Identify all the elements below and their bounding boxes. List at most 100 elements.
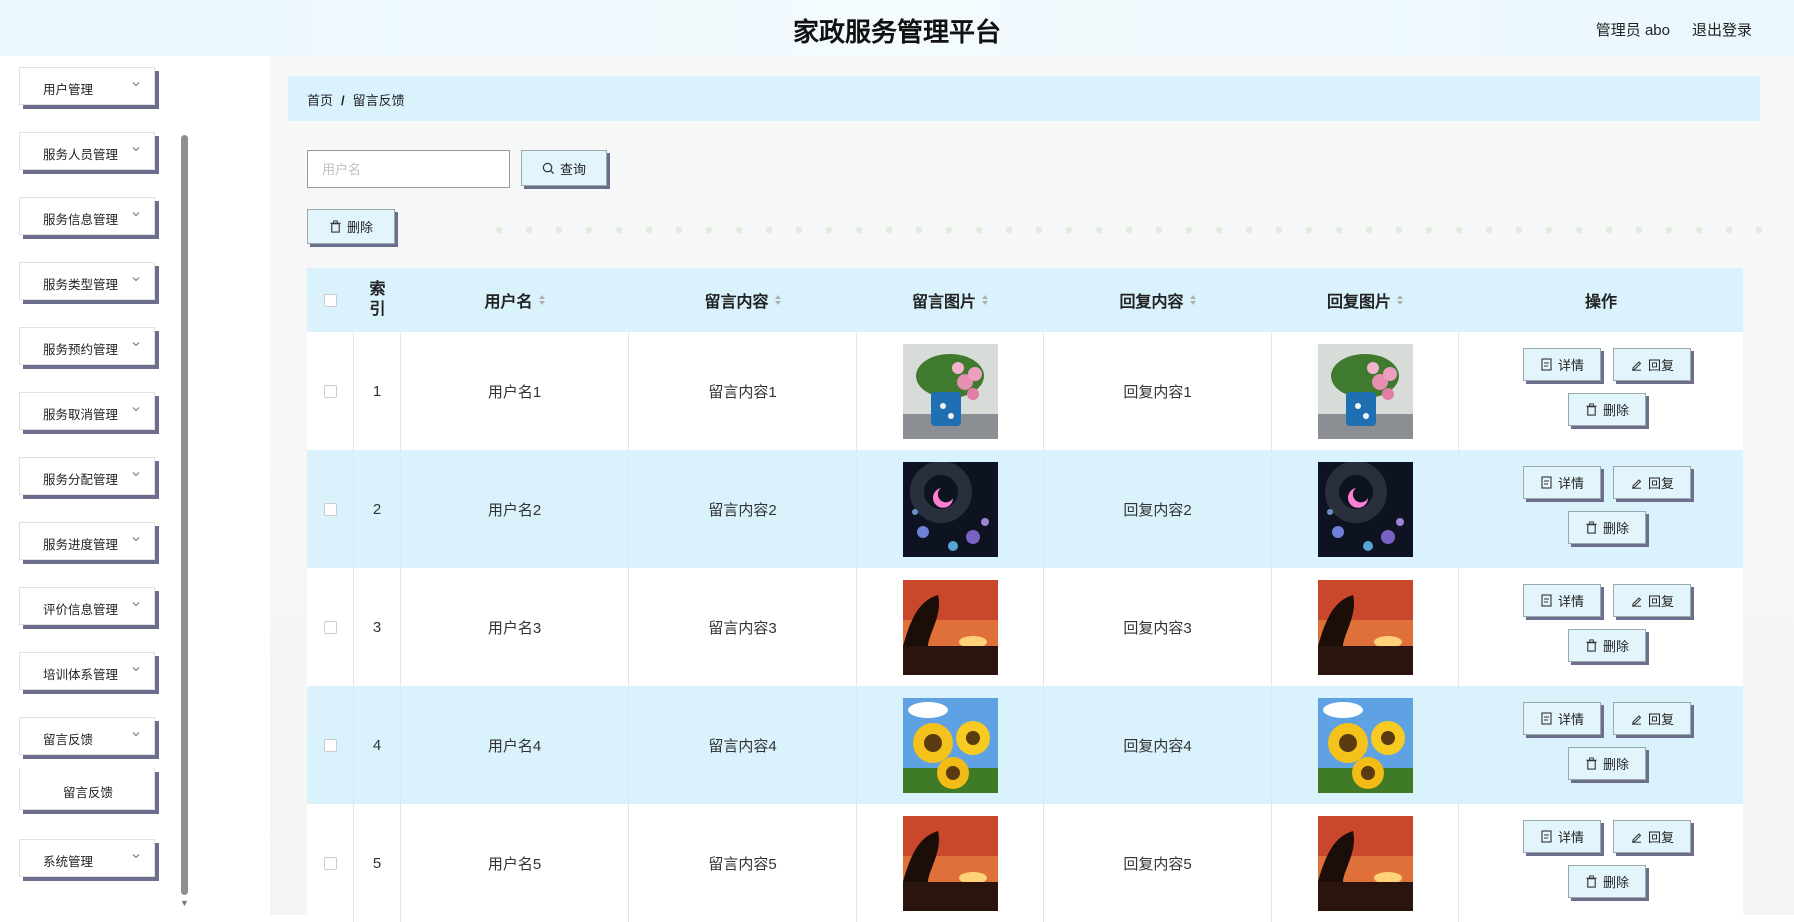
row-message-image[interactable] [857,568,1044,686]
sidebar-item[interactable]: 留言反馈 [19,717,155,755]
row-username: 用户名4 [401,686,629,804]
select-all-checkbox[interactable] [324,293,337,307]
sidebar-item[interactable]: 服务进度管理 [19,522,155,560]
sunset-image [1317,815,1413,911]
row-select-cell[interactable] [307,332,354,450]
batch-delete-button[interactable]: 删除 [307,209,395,244]
row-reply: 回复内容1 [1044,332,1272,450]
sidebar-item[interactable]: 服务预约管理 [19,327,155,365]
sidebar-item[interactable]: 服务类型管理 [19,262,155,300]
header-reply[interactable]: 回复内容 [1044,268,1272,332]
row-checkbox[interactable] [323,502,337,516]
logout-link[interactable]: 退出登录 [1692,19,1752,40]
row-message-image[interactable] [857,332,1044,450]
table-row: 2 用户名2 留言内容2 回复内容2 详情 回复 删除 [307,450,1743,568]
detail-button[interactable]: 详情 [1523,348,1601,381]
reply-button[interactable]: 回复 [1613,466,1691,499]
row-select-cell[interactable] [307,804,354,922]
table-row: 1 用户名1 留言内容1 回复内容1 详情 回复 删除 [307,332,1743,450]
delete-button[interactable]: 删除 [1568,393,1646,426]
row-checkbox[interactable] [323,738,337,752]
row-checkbox[interactable] [323,384,337,398]
delete-button[interactable]: 删除 [1568,747,1646,780]
sidebar-item[interactable]: 用户管理 [19,67,155,105]
header-select-all[interactable] [307,268,354,332]
username-search-input[interactable] [307,150,510,188]
sort-icon[interactable] [1189,294,1197,306]
edit-icon [1631,833,1642,843]
row-select-cell[interactable] [307,450,354,568]
sidebar-subitem-feedback[interactable]: 留言反馈 [19,768,155,810]
detail-button-label: 详情 [1557,476,1584,491]
row-message: 留言内容1 [629,332,857,450]
header-message-image[interactable]: 留言图片 [857,268,1044,332]
detail-button[interactable]: 详情 [1523,820,1601,853]
reply-button-label: 回复 [1647,358,1674,373]
row-index: 4 [354,686,401,804]
header-reply-image[interactable]: 回复图片 [1272,268,1459,332]
table-header: 索引 用户名 留言内容 留言图片 回复内容 回复图片 操作 [307,268,1743,332]
reply-button-label: 回复 [1647,594,1674,609]
trash-icon [330,220,341,233]
detail-button[interactable]: 详情 [1523,702,1601,735]
chevron-down-icon [132,342,140,347]
document-icon [1541,476,1552,489]
row-checkbox[interactable] [323,620,337,634]
delete-button-label: 删除 [1602,521,1629,536]
reply-button[interactable]: 回复 [1613,584,1691,617]
row-checkbox[interactable] [323,856,337,870]
sidebar-item[interactable]: 评价信息管理 [19,587,155,625]
sidebar-item[interactable]: 培训体系管理 [19,652,155,690]
header-message[interactable]: 留言内容 [629,268,857,332]
delete-button-label: 删除 [1602,639,1629,654]
reply-button[interactable]: 回复 [1613,348,1691,381]
sunflower-image [1317,697,1413,793]
sidebar-item-label: 服务取消管理 [43,408,119,422]
sidebar-item[interactable]: 服务信息管理 [19,197,155,235]
sort-icon[interactable] [774,294,782,306]
document-icon [1541,358,1552,371]
row-username: 用户名2 [401,450,629,568]
sunset-image [902,579,998,675]
document-icon [1541,594,1552,607]
detail-button[interactable]: 详情 [1523,584,1601,617]
sidebar-item[interactable]: 服务分配管理 [19,457,155,495]
detail-button[interactable]: 详情 [1523,466,1601,499]
sort-icon[interactable] [1396,294,1404,306]
row-reply-image[interactable] [1272,686,1459,804]
delete-button-label: 删除 [1602,403,1629,418]
header-username[interactable]: 用户名 [401,268,629,332]
breadcrumb-separator: / [341,93,345,108]
row-select-cell[interactable] [307,686,354,804]
breadcrumb-home[interactable]: 首页 [307,93,333,108]
row-reply-image[interactable] [1272,804,1459,922]
reply-button-label: 回复 [1647,476,1674,491]
row-message-image[interactable] [857,450,1044,568]
sidebar-item[interactable]: 服务人员管理 [19,132,155,170]
delete-button[interactable]: 删除 [1568,511,1646,544]
row-reply-image[interactable] [1272,450,1459,568]
row-actions: 详情 回复 删除 [1459,332,1743,450]
document-icon [1541,830,1552,843]
scroll-down-arrow-icon[interactable]: ▼ [180,898,189,908]
sidebar-item-label: 服务类型管理 [43,278,119,292]
reply-button[interactable]: 回复 [1613,820,1691,853]
sidebar-item-system[interactable]: 系统管理 [19,839,155,877]
row-select-cell[interactable] [307,568,354,686]
delete-button[interactable]: 删除 [1568,629,1646,662]
delete-button[interactable]: 删除 [1568,865,1646,898]
reply-button[interactable]: 回复 [1613,702,1691,735]
row-actions: 详情 回复 删除 [1459,686,1743,804]
search-button[interactable]: 查询 [521,150,607,186]
sort-icon[interactable] [538,294,546,306]
row-reply-image[interactable] [1272,332,1459,450]
row-message-image[interactable] [857,686,1044,804]
reply-button-label: 回复 [1647,830,1674,845]
sort-icon[interactable] [981,294,989,306]
sidebar-scrollbar[interactable] [181,135,188,895]
row-reply: 回复内容5 [1044,804,1272,922]
row-reply-image[interactable] [1272,568,1459,686]
sidebar-item[interactable]: 服务取消管理 [19,392,155,430]
sidebar-item-label: 培训体系管理 [43,668,119,682]
row-message-image[interactable] [857,804,1044,922]
